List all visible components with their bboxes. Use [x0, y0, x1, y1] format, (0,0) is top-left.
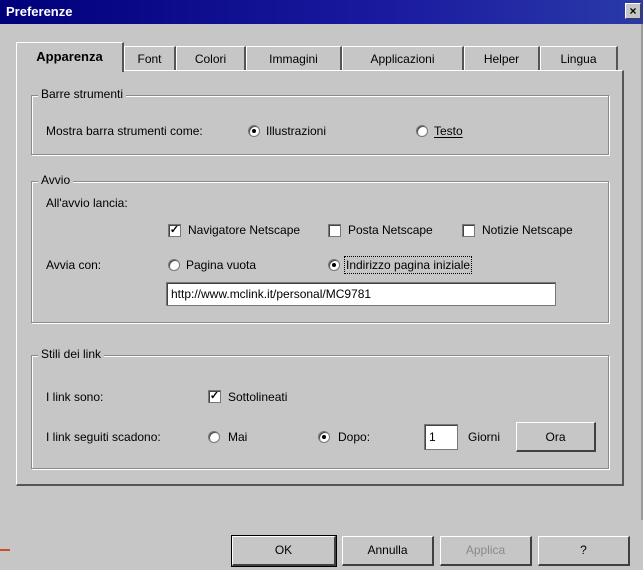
window-title: Preferenze [6, 4, 73, 19]
tab-helper[interactable]: Helper [464, 46, 540, 70]
days-input[interactable]: 1 [424, 424, 458, 450]
radio-never[interactable] [208, 431, 220, 443]
close-button[interactable]: × [625, 3, 641, 19]
dialog-button-bar: OK Annulla Applica ? [0, 520, 643, 570]
tab-label: Immagini [269, 52, 318, 66]
edge-mark [0, 549, 10, 551]
radio-illustrazioni[interactable] [248, 125, 260, 137]
title-bar[interactable]: Preferenze × [0, 0, 643, 24]
tab-applicazioni[interactable]: Applicazioni [342, 46, 464, 70]
checkbox-mail-label[interactable]: Posta Netscape [348, 223, 433, 237]
radio-testo[interactable] [416, 125, 428, 137]
radio-blank-page-label[interactable]: Pagina vuota [186, 258, 256, 272]
radio-selected-dot [252, 129, 256, 133]
toolbars-group: Barre strumenti Mostra barra strumenti c… [31, 87, 609, 155]
radio-selected-dot [332, 263, 336, 267]
expire-now-button[interactable]: Ora [516, 422, 596, 452]
tab-immagini[interactable]: Immagini [246, 46, 342, 70]
link-styles-group-label: Stili dei link [38, 347, 105, 361]
tab-colori[interactable]: Colori [176, 46, 246, 70]
ok-button[interactable]: OK [231, 535, 337, 567]
checkbox-news[interactable] [462, 224, 475, 237]
radio-blank-page[interactable] [168, 259, 180, 271]
links-expire-label: I link seguiti scadono: [46, 430, 161, 444]
radio-after[interactable] [318, 431, 330, 443]
checkbox-underlined-label[interactable]: Sottolineati [228, 390, 287, 404]
radio-testo-label[interactable]: Testo [434, 124, 463, 138]
days-label: Giorni [468, 430, 501, 444]
radio-home-page-label[interactable]: Indirizzo pagina iniziale [343, 256, 473, 274]
apply-button[interactable]: Applica [440, 536, 532, 566]
tab-label: Apparenza [36, 49, 103, 64]
radio-illustrazioni-label[interactable]: Illustrazioni [266, 124, 326, 138]
checkbox-underlined[interactable]: ✓ [208, 390, 221, 403]
tab-label: Helper [483, 52, 520, 66]
tab-label: Applicazioni [370, 52, 435, 66]
radio-selected-dot [322, 435, 326, 439]
links-are-label: I link sono: [46, 390, 104, 404]
startup-group-label: Avvio [38, 173, 74, 187]
launch-label: All'avvio lancia: [46, 196, 128, 210]
checkbox-mail[interactable] [328, 224, 341, 237]
tab-lingua[interactable]: Lingua [540, 46, 618, 70]
home-url-input[interactable]: http://www.mclink.it/personal/MC9781 [166, 282, 556, 306]
start-with-label: Avvia con: [46, 258, 102, 272]
help-button[interactable]: ? [538, 536, 630, 566]
tab-label: Font [137, 52, 162, 66]
tab-font[interactable]: Font [124, 46, 176, 70]
check-icon: ✓ [209, 390, 220, 402]
checkbox-news-label[interactable]: Notizie Netscape [482, 223, 573, 237]
preferences-window: Preferenze × Apparenza Font Colori Immag… [0, 0, 643, 570]
radio-never-label[interactable]: Mai [228, 430, 247, 444]
toolbars-group-label: Barre strumenti [38, 87, 127, 101]
tab-label: Lingua [560, 52, 597, 66]
radio-after-label[interactable]: Dopo: [338, 430, 370, 444]
link-styles-group: Stili dei link I link sono: ✓ Sottolinea… [31, 347, 609, 469]
tab-apparenza[interactable]: Apparenza [16, 42, 124, 72]
checkbox-navigator-label[interactable]: Navigatore Netscape [188, 223, 300, 237]
checkbox-navigator[interactable]: ✓ [168, 224, 181, 237]
tab-label: Colori [194, 52, 227, 66]
show-toolbar-label: Mostra barra strumenti come: [46, 124, 203, 138]
tab-panel-apparenza: Barre strumenti Mostra barra strumenti c… [16, 70, 624, 486]
startup-group: Avvio All'avvio lancia: ✓ Navigatore Net… [31, 173, 609, 323]
check-icon: ✓ [169, 224, 180, 236]
radio-home-page[interactable] [328, 259, 340, 271]
close-icon: × [629, 4, 637, 18]
cancel-button[interactable]: Annulla [342, 536, 434, 566]
